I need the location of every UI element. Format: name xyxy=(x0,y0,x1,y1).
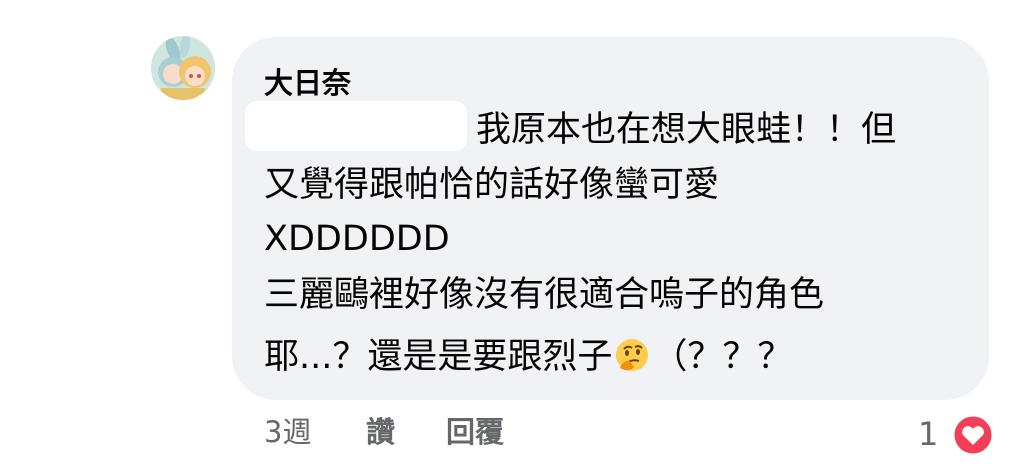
comment-screenshot: 大日奈 我原本也在想大眼蛙！！但 又覺得跟帕恰的話好像蠻可愛 XDDDDDD 三… xyxy=(0,0,1024,469)
comment-text-line-3: XDDDDDD xyxy=(264,219,450,259)
comment-timestamp[interactable]: 3週 xyxy=(264,418,311,447)
redacted-mention-tag xyxy=(245,101,467,151)
like-button[interactable]: 讚 xyxy=(366,418,395,447)
comment-text-line-5-suffix: （？？？ xyxy=(652,337,793,377)
avatar[interactable] xyxy=(151,36,215,100)
reply-button[interactable]: 回覆 xyxy=(446,418,504,447)
comment-text-line-2: 又覺得跟帕恰的話好像蠻可愛 xyxy=(264,165,720,205)
comment-author-name[interactable]: 大日奈 xyxy=(264,60,351,102)
thinking-face-emoji-icon xyxy=(616,339,649,371)
heart-reaction-icon[interactable] xyxy=(951,413,995,457)
comment-text-line-1: 我原本也在想大眼蛙！！但 xyxy=(476,110,897,150)
comment-text-line-5: 耶...？還是是要跟烈子 （？？？ xyxy=(264,338,792,375)
reaction-count[interactable]: 1 xyxy=(918,418,938,450)
comment-text-line-5-main: 耶...？還是是要跟烈子 xyxy=(264,337,613,377)
avatar-image xyxy=(151,36,215,100)
comment-text-line-4: 三麗鷗裡好像沒有很適合嗚子的角色 xyxy=(264,275,825,315)
